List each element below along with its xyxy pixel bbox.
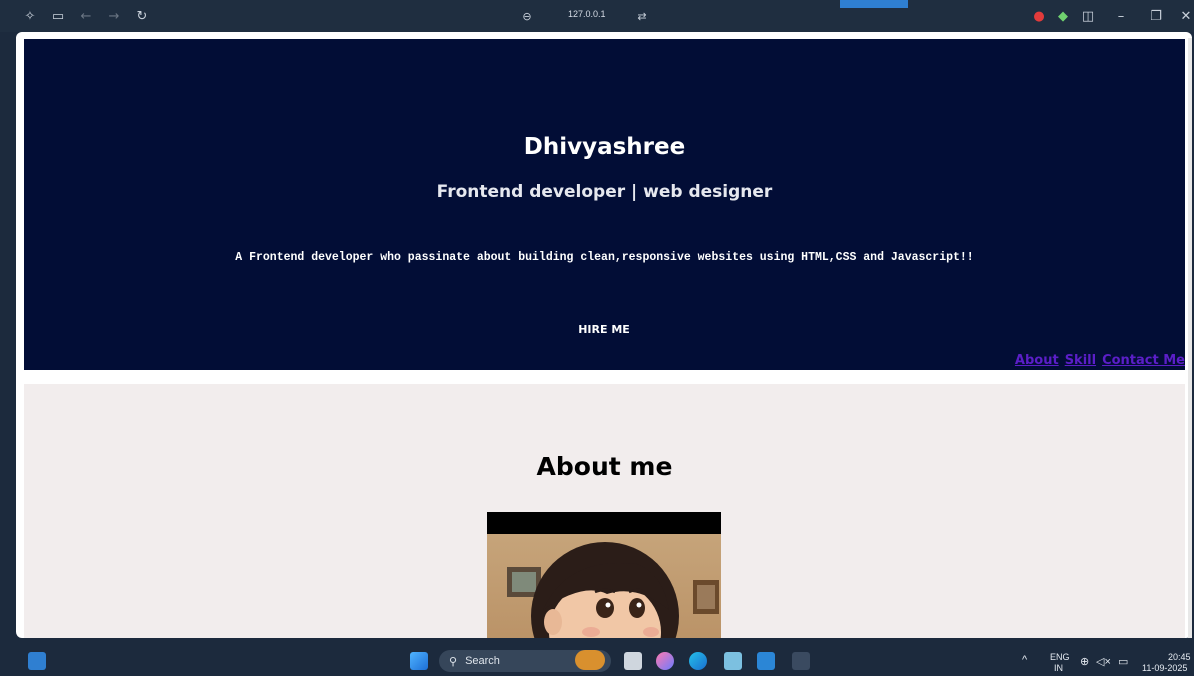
extension-red-icon[interactable]: ● xyxy=(1031,8,1047,24)
chevron-up-icon[interactable]: ^ xyxy=(1022,654,1027,666)
hero-description: A Frontend developer who passinate about… xyxy=(235,251,974,264)
hero-name: Dhivyashree xyxy=(523,134,686,160)
battery-icon[interactable]: ▭ xyxy=(1118,655,1128,668)
cartoon-girl-illustration xyxy=(507,542,719,638)
nav-link-skill[interactable]: Skill xyxy=(1065,353,1096,368)
sidebar-icon[interactable]: ▭ xyxy=(50,8,66,24)
split-icon[interactable]: ◫ xyxy=(1080,8,1096,24)
link-icon[interactable]: ⊖ xyxy=(519,8,535,24)
nav-links: About Skill Contact Me xyxy=(1015,353,1185,368)
copilot-app-icon[interactable] xyxy=(656,652,674,670)
browser-toolbar: ✧ ▭ ← → ↻ ⊖ 127.0.0.1 ⇄ ● ◆ ◫ – ❐ ✕ xyxy=(0,0,1194,32)
hero-section: Dhivyashree Frontend developer | web des… xyxy=(24,39,1185,370)
edge-icon[interactable] xyxy=(689,652,707,670)
page-scrollbar[interactable] xyxy=(1188,38,1192,638)
clock-date[interactable]: 11-09-2025 xyxy=(1142,663,1187,673)
widgets-icon[interactable] xyxy=(28,652,46,670)
search-label: Search xyxy=(465,655,500,667)
restore-icon[interactable]: ❐ xyxy=(1148,8,1164,24)
hero-subtitle: Frontend developer | web designer xyxy=(436,182,773,202)
about-title: About me xyxy=(536,452,673,481)
system-tray: ^ ENG IN ⊕ ◁× ▭ 20:45 11-09-2025 xyxy=(1014,648,1194,673)
hire-me-button[interactable]: HIRE ME xyxy=(554,320,654,338)
windows-taskbar: ⚲ Search ^ ENG IN ⊕ ◁× ▭ 20:45 11-09-202… xyxy=(0,644,1194,676)
nav-link-about[interactable]: About xyxy=(1015,353,1059,368)
reader-icon[interactable]: ⇄ xyxy=(634,8,650,24)
language-bottom[interactable]: IN xyxy=(1054,663,1063,673)
volume-icon[interactable]: ◁× xyxy=(1096,655,1111,668)
profile-photo xyxy=(487,512,721,638)
language-top[interactable]: ENG xyxy=(1050,652,1070,662)
task-view-icon[interactable] xyxy=(624,652,642,670)
close-icon[interactable]: ✕ xyxy=(1178,8,1194,24)
page-viewport: Dhivyashree Frontend developer | web des… xyxy=(16,32,1192,638)
address-bar-url[interactable]: 127.0.0.1 xyxy=(568,9,606,19)
copilot-icon[interactable]: ✧ xyxy=(22,8,38,24)
search-icon: ⚲ xyxy=(449,655,458,668)
clock-time[interactable]: 20:45 xyxy=(1168,652,1191,662)
forward-icon[interactable]: → xyxy=(106,8,122,24)
start-windows-icon[interactable] xyxy=(410,652,428,670)
nav-link-contact[interactable]: Contact Me xyxy=(1102,353,1185,368)
photos-icon[interactable] xyxy=(724,652,742,670)
back-icon[interactable]: ← xyxy=(78,8,94,24)
accent-tab-indicator xyxy=(840,0,908,8)
vscode-icon[interactable] xyxy=(757,652,775,670)
refresh-icon[interactable]: ↻ xyxy=(134,8,150,24)
search-highlight-icon[interactable] xyxy=(575,650,605,670)
extension-green-icon[interactable]: ◆ xyxy=(1055,8,1071,24)
about-section: About me xyxy=(24,384,1185,638)
copilot-active-icon[interactable] xyxy=(792,652,810,670)
minimize-icon[interactable]: – xyxy=(1113,8,1129,24)
network-icon[interactable]: ⊕ xyxy=(1080,655,1089,668)
